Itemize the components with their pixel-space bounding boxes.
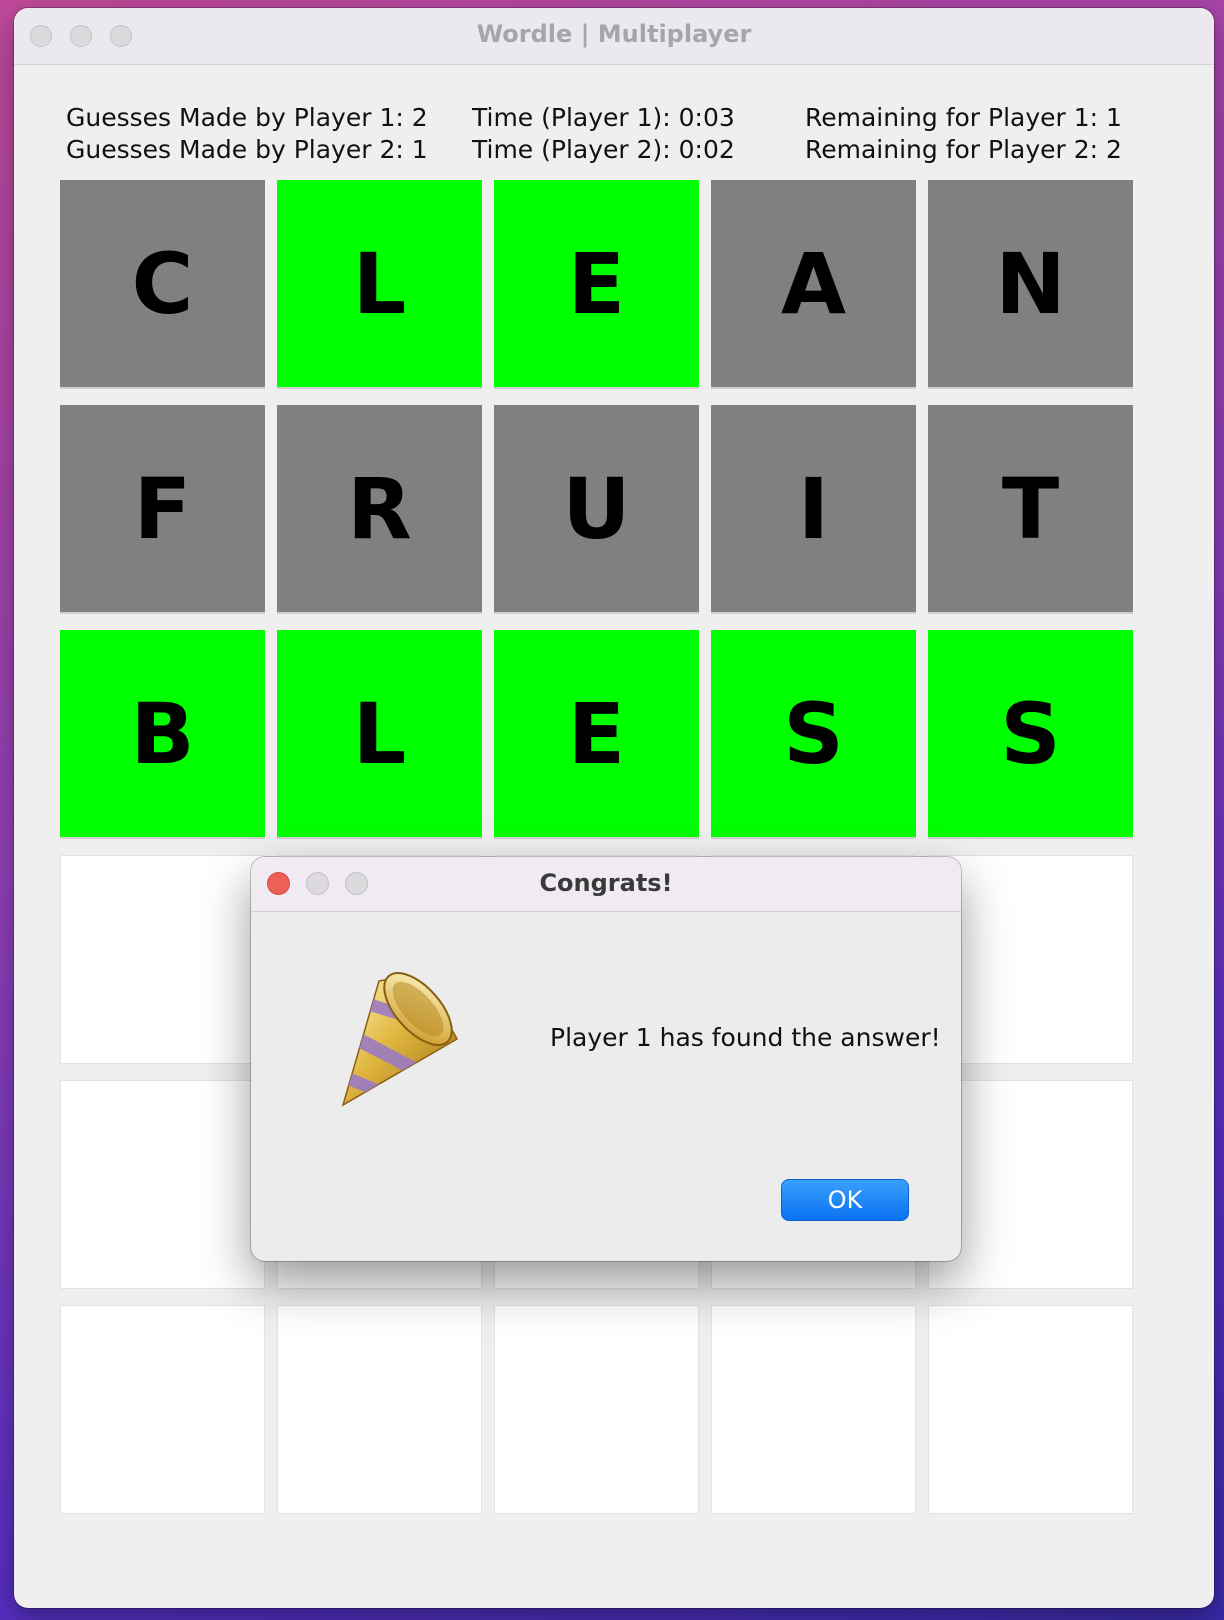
empty-tile xyxy=(60,855,265,1064)
letter-tile: U xyxy=(494,405,699,614)
letter-tile: N xyxy=(928,180,1133,389)
empty-tile xyxy=(60,1080,265,1289)
letter-tile: I xyxy=(711,405,916,614)
guesses-player-1: Guesses Made by Player 1: 2 xyxy=(66,103,428,132)
ok-button[interactable]: OK xyxy=(781,1179,909,1221)
remaining-player-2: Remaining for Player 2: 2 xyxy=(805,135,1122,164)
main-window: Wordle | Multiplayer Guesses Made by Pla… xyxy=(14,8,1214,1608)
dialog-message: Player 1 has found the answer! xyxy=(550,1023,941,1052)
letter-tile: S xyxy=(928,630,1133,839)
letter-tile: L xyxy=(277,630,482,839)
guesses-stats: Guesses Made by Player 1: 2 Guesses Made… xyxy=(66,102,428,166)
letter-tile: E xyxy=(494,180,699,389)
party-horn-icon xyxy=(341,972,459,1107)
time-player-1: Time (Player 1): 0:03 xyxy=(472,103,735,132)
congrats-dialog: Congrats! Player 1 has found the answer!… xyxy=(251,857,961,1261)
letter-tile: E xyxy=(494,630,699,839)
time-player-2: Time (Player 2): 0:02 xyxy=(472,135,735,164)
window-titlebar: Wordle | Multiplayer xyxy=(14,8,1214,65)
empty-tile xyxy=(60,1305,265,1514)
empty-tile xyxy=(494,1305,699,1514)
window-title: Wordle | Multiplayer xyxy=(476,20,752,48)
empty-tile xyxy=(277,1305,482,1514)
letter-tile: T xyxy=(928,405,1133,614)
empty-tile xyxy=(928,1305,1133,1514)
dialog-title: Congrats! xyxy=(539,869,673,897)
remaining-player-1: Remaining for Player 1: 1 xyxy=(805,103,1122,132)
letter-tile: A xyxy=(711,180,916,389)
letter-grid: CLEANFRUITBLESS xyxy=(60,180,1133,1514)
guesses-player-2: Guesses Made by Player 2: 1 xyxy=(66,135,428,164)
dialog-titlebar: Congrats! xyxy=(251,857,961,912)
letter-tile: F xyxy=(60,405,265,614)
letter-tile: R xyxy=(277,405,482,614)
letter-tile: S xyxy=(711,630,916,839)
remaining-stats: Remaining for Player 1: 1 Remaining for … xyxy=(805,102,1122,166)
letter-tile: B xyxy=(60,630,265,839)
letter-tile: L xyxy=(277,180,482,389)
empty-tile xyxy=(711,1305,916,1514)
time-stats: Time (Player 1): 0:03 Time (Player 2): 0… xyxy=(472,102,735,166)
letter-tile: C xyxy=(60,180,265,389)
